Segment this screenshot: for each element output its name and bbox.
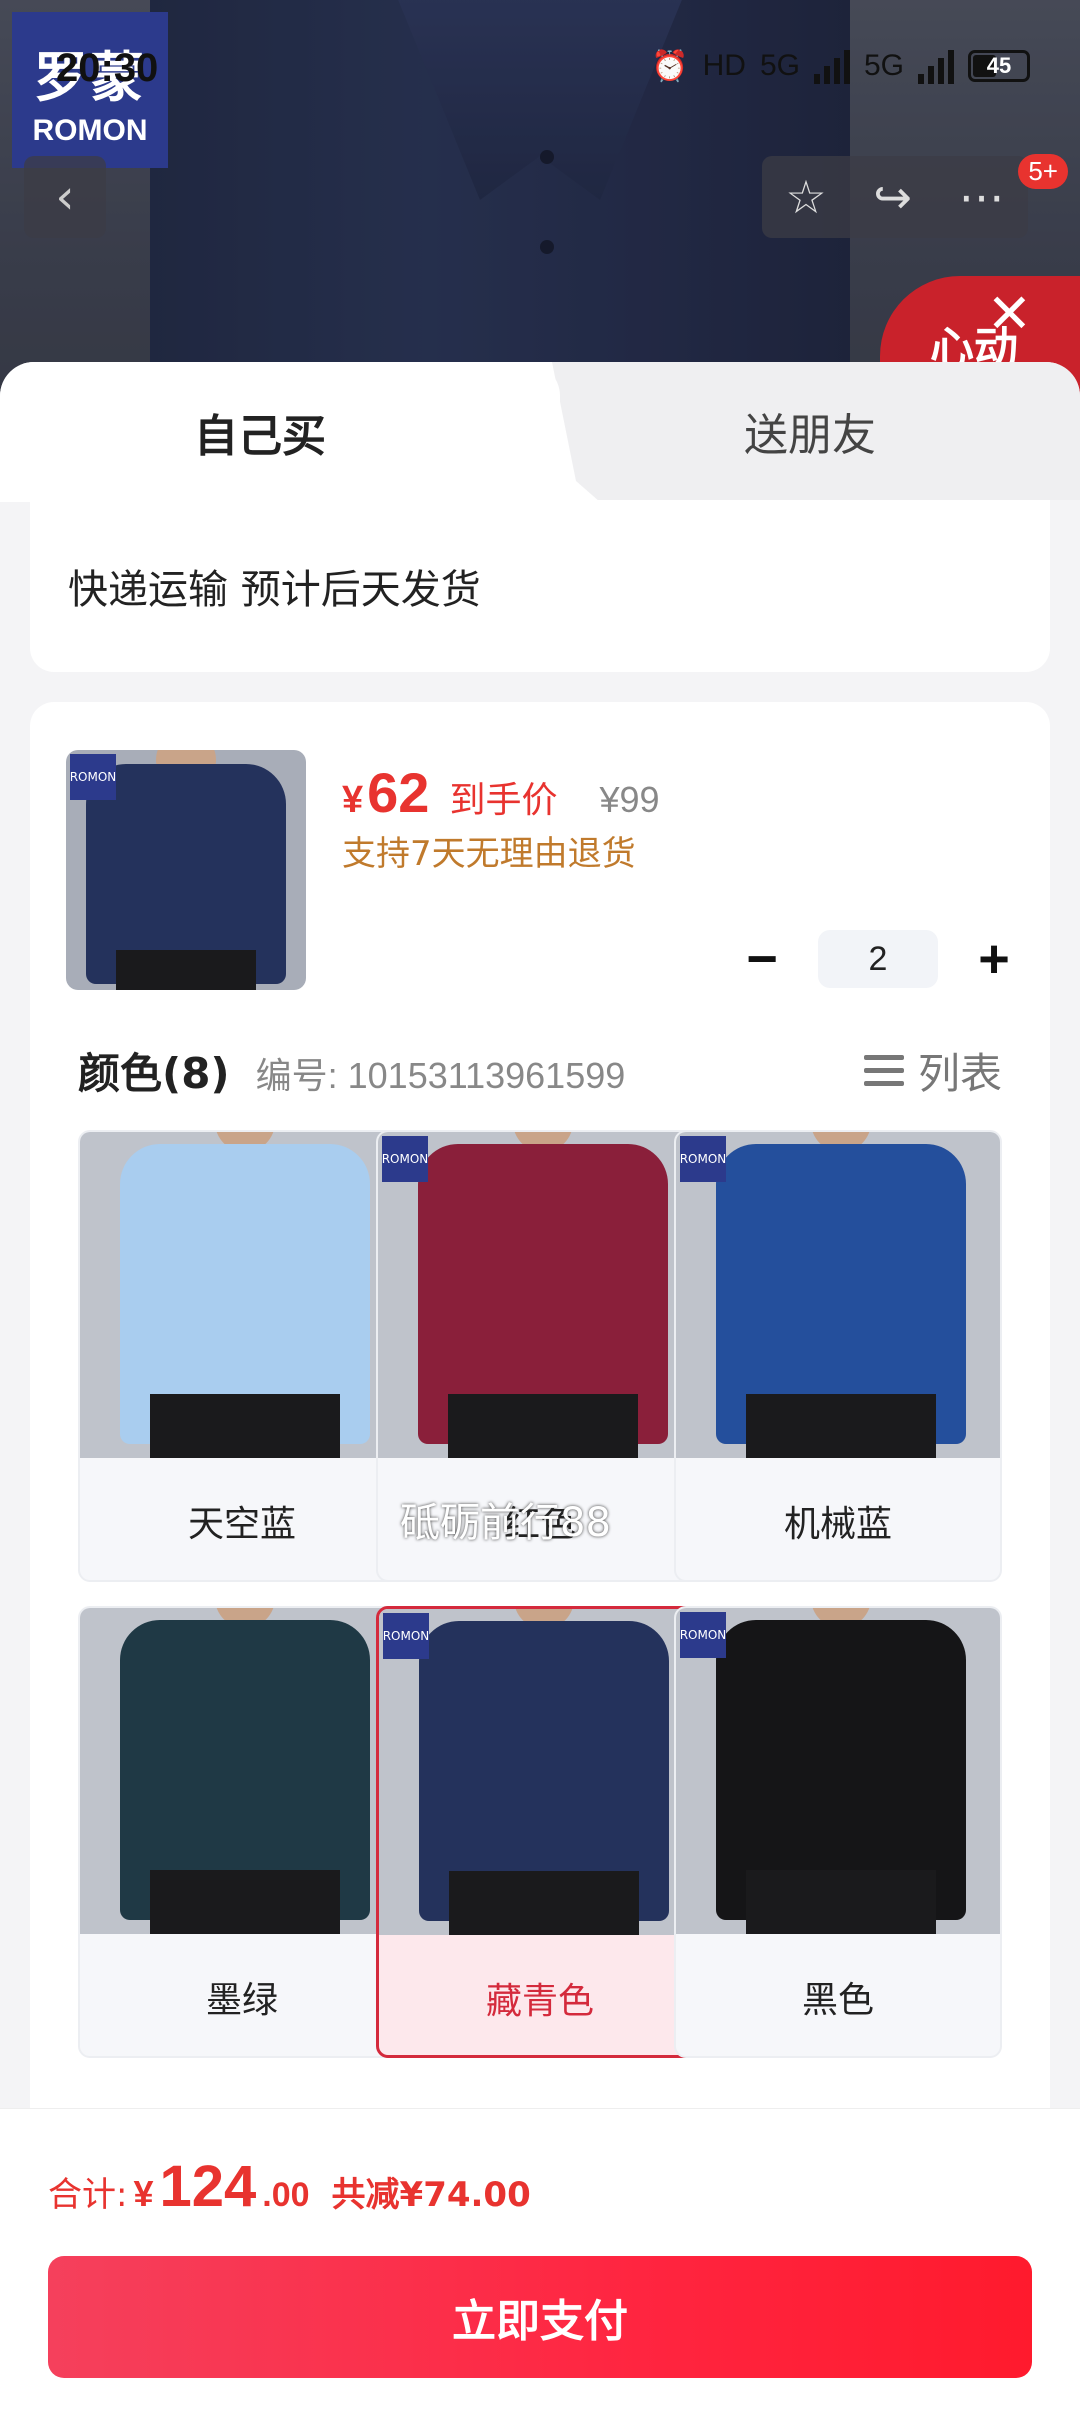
- swatch-brand-logo: ROMON: [680, 1612, 726, 1658]
- total-discount: 共减¥74.00: [331, 2175, 531, 2215]
- swatch-brand-logo: ROMON: [680, 1136, 726, 1182]
- color-swatch[interactable]: 天空蓝: [78, 1130, 406, 1582]
- swatch-label: 机械蓝: [783, 1504, 892, 1545]
- increase-quantity-button[interactable]: +: [974, 929, 1014, 989]
- color-header: 颜色(8) 编号: 10153113961599 列表: [78, 1040, 1002, 1101]
- swatch-pants: [448, 1394, 638, 1458]
- delivery-text: 快递运输 预计后天发货: [68, 567, 481, 613]
- purchase-sheet: 送朋友 自己买 快递运输 预计后天发货 ROMON ¥ 62 到手价 ¥99 支…: [0, 362, 1080, 2412]
- share-icon[interactable]: ↪: [873, 170, 912, 224]
- color-swatch-grid: 天空蓝 ROMON 红色 ROMON 机械蓝 墨绿 ROMON 藏青色 ROMO…: [78, 1130, 1002, 2090]
- swatch-brand-logo-text: ROMON: [679, 1152, 727, 1166]
- list-view-toggle[interactable]: 列表: [863, 1040, 1002, 1101]
- swatch-brand-logo: ROMON: [383, 1613, 429, 1659]
- status-time: 20:30: [56, 46, 159, 90]
- tab-gift-friend[interactable]: 送朋友: [540, 362, 1080, 500]
- brand-logo-en: ROMON: [32, 113, 148, 147]
- total-currency: ¥: [133, 2173, 154, 2214]
- swatch-image: [80, 1608, 404, 1934]
- header-actions: ☆ ↪ ⋯: [762, 156, 1028, 238]
- swatch-brand-logo-text: ROMON: [382, 1629, 430, 1643]
- final-price: 62: [367, 761, 430, 824]
- watermark-text: 砥砺前行88: [400, 1500, 611, 1546]
- thumb-brand-logo: ROMON: [70, 754, 116, 800]
- swatch-pants: [150, 1394, 340, 1458]
- battery-level: 45: [986, 53, 1012, 78]
- chevron-left-icon: ‹: [55, 169, 75, 225]
- price-currency: ¥: [342, 779, 364, 821]
- color-swatch[interactable]: 墨绿: [78, 1606, 406, 2058]
- swatch-brand-logo-text: ROMON: [381, 1152, 429, 1166]
- network-5g-label-2: 5G: [863, 49, 904, 82]
- purchase-tabs: 送朋友 自己买: [0, 362, 1080, 502]
- battery-icon: 45: [968, 50, 1030, 82]
- tab-buy-self[interactable]: 自己买: [0, 362, 560, 502]
- swatch-brand-logo: ROMON: [382, 1136, 428, 1182]
- swatch-brand-logo-text: ROMON: [679, 1628, 727, 1642]
- price-row: ¥ 62 到手价 ¥99: [342, 760, 660, 825]
- swatch-pants: [449, 1871, 639, 1935]
- color-title: 颜色(8): [78, 1049, 230, 1098]
- decrease-quantity-button[interactable]: −: [742, 929, 782, 989]
- swatch-pants: [746, 1394, 936, 1458]
- close-icon[interactable]: ✕: [987, 282, 1032, 345]
- favorite-star-icon[interactable]: ☆: [785, 170, 826, 224]
- sku-number: 编号: 10153113961599: [255, 1055, 626, 1096]
- network-5g-label: 5G: [759, 49, 800, 82]
- swatch-label: 藏青色: [485, 1981, 594, 2022]
- swatch-image: ROMON: [378, 1132, 702, 1458]
- color-swatch[interactable]: ROMON 机械蓝: [674, 1130, 1002, 1582]
- delivery-info: 快递运输 预计后天发货: [30, 500, 1050, 672]
- quantity-value[interactable]: 2: [818, 930, 938, 988]
- swatch-pants: [746, 1870, 936, 1934]
- status-icons: ⏰ HD 5G 5G 45: [651, 48, 1030, 84]
- swatch-label: 墨绿: [205, 1980, 278, 2021]
- final-price-label: 到手价: [449, 780, 558, 821]
- total-amount: 124: [159, 2154, 257, 2219]
- pay-now-button[interactable]: 立即支付: [48, 2256, 1032, 2378]
- hd-label: HD: [702, 49, 746, 82]
- swatch-image: [80, 1132, 404, 1458]
- more-icon[interactable]: ⋯: [959, 170, 1005, 224]
- swatch-image: ROMON: [676, 1132, 1000, 1458]
- swatch-label: 黑色: [801, 1980, 874, 2021]
- total-label: 合计:: [48, 2175, 128, 2215]
- thumb-pants: [116, 950, 256, 990]
- quantity-stepper: − 2 +: [742, 929, 1014, 989]
- message-badge: 5+: [1018, 154, 1068, 189]
- total-decimal: .00: [262, 2176, 310, 2214]
- list-view-label: 列表: [917, 1049, 1002, 1098]
- signal-icon: [813, 48, 850, 84]
- color-swatch-selected[interactable]: ROMON 藏青色: [376, 1606, 704, 2058]
- back-button[interactable]: ‹: [24, 156, 106, 238]
- list-icon: [863, 1051, 904, 1091]
- swatch-label: 天空蓝: [187, 1504, 296, 1545]
- swatch-pants: [150, 1870, 340, 1934]
- pay-area: 立即支付: [0, 2242, 1080, 2412]
- return-policy: 支持7天无理由退货: [342, 834, 636, 874]
- swatch-image: ROMON: [379, 1609, 701, 1935]
- color-swatch[interactable]: ROMON 黑色: [674, 1606, 1002, 2058]
- swatch-image: ROMON: [676, 1608, 1000, 1934]
- order-total: 合计: ¥ 124 .00 共减¥74.00: [0, 2108, 1080, 2242]
- signal-icon-2: [918, 48, 954, 84]
- alarm-icon: ⏰: [651, 49, 689, 83]
- product-thumbnail: ROMON: [66, 750, 306, 990]
- thumb-brand-logo-text: ROMON: [69, 770, 117, 784]
- original-price: ¥99: [599, 779, 660, 820]
